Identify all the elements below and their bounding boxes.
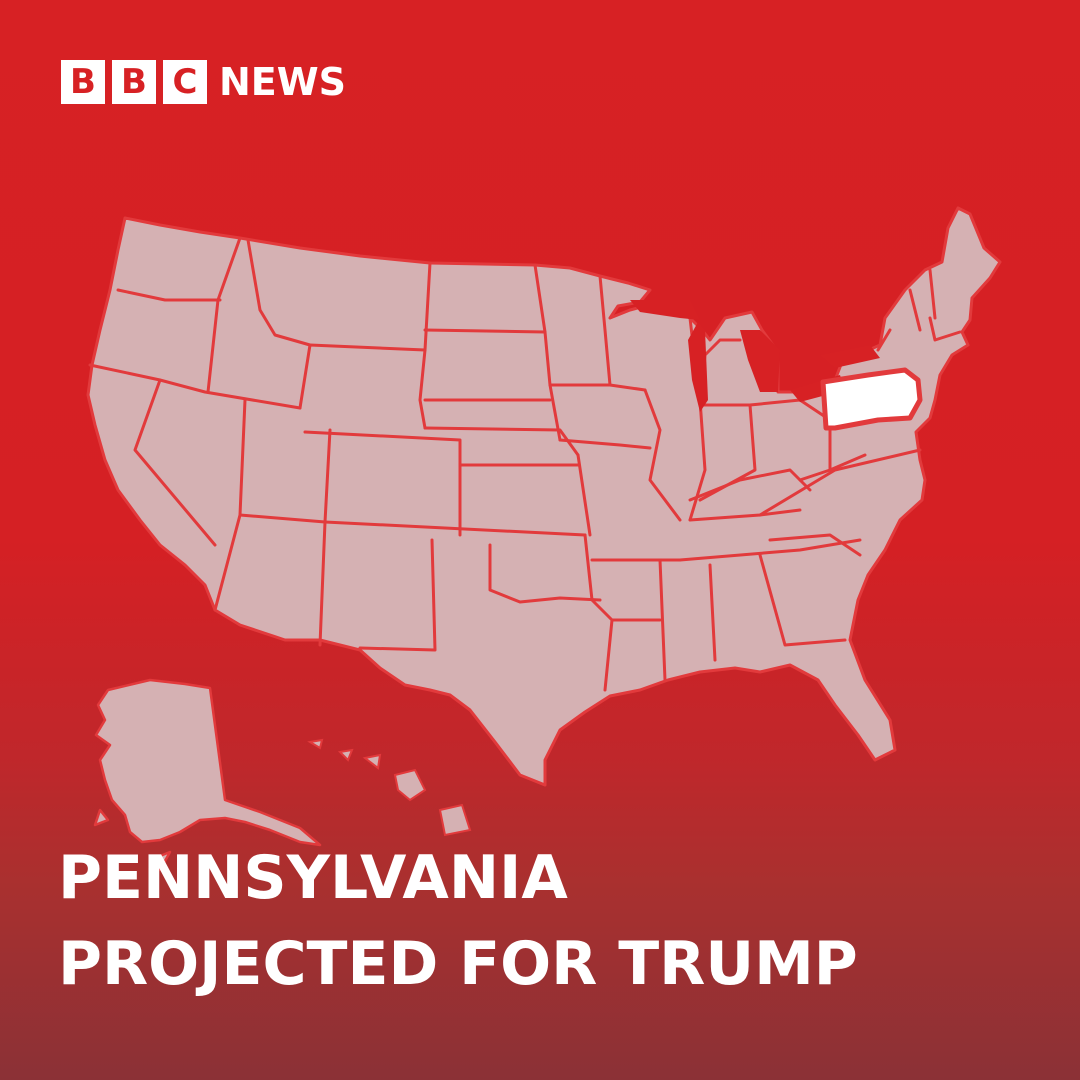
pennsylvania-state[interactable] (820, 367, 923, 431)
headline: PENNSYLVANIA PROJECTED FOR TRUMP (58, 835, 858, 1007)
hawaii-shape (307, 738, 472, 837)
headline-line-2: PROJECTED FOR TRUMP (58, 929, 858, 999)
contiguous-us-shape (86, 206, 1002, 787)
news-card: B B C NEWS PENNSYLVANIA PROJECTED FOR TR… (0, 0, 1080, 1080)
headline-line-1: PENNSYLVANIA (58, 843, 568, 913)
